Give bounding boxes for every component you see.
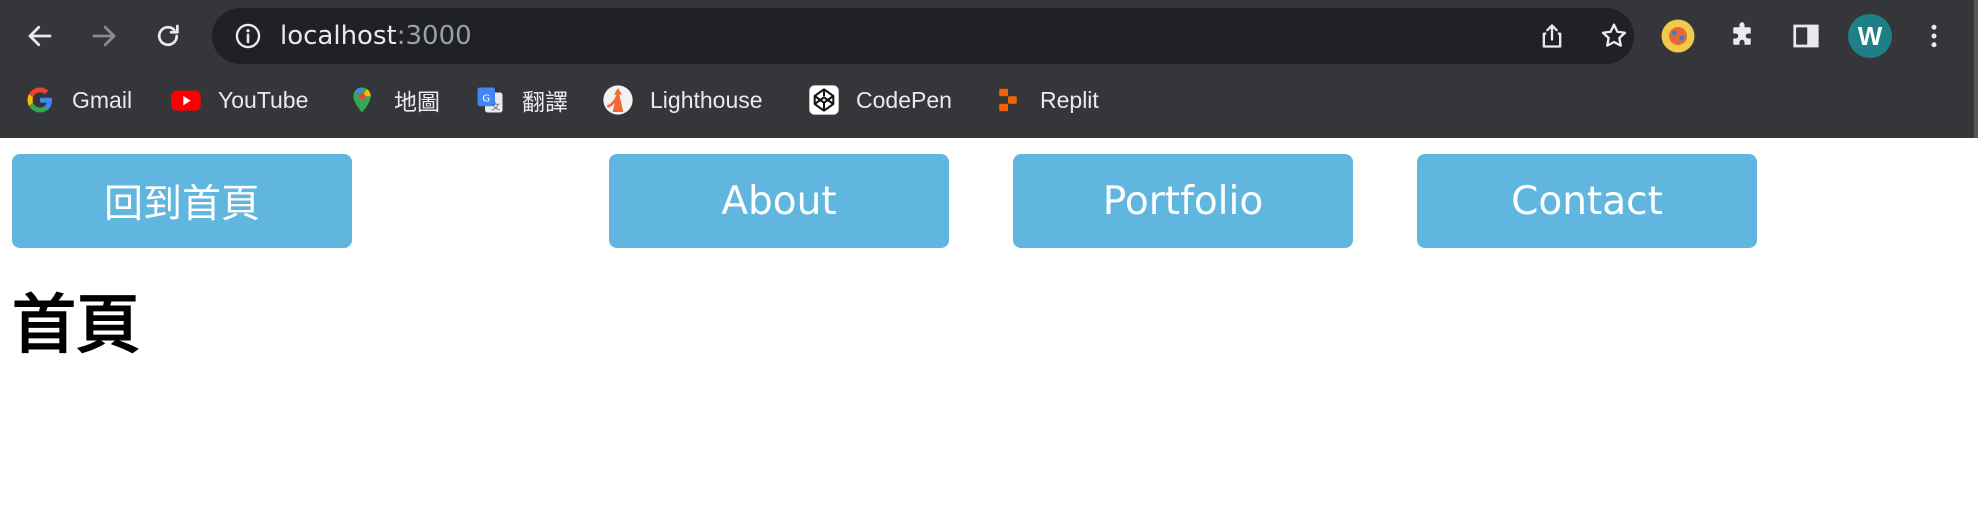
puzzle-icon[interactable] [1720,14,1764,58]
contact-button[interactable]: Contact [1417,154,1757,248]
svg-text:G: G [482,93,490,104]
share-icon[interactable] [1534,18,1570,54]
bookmark-lighthouse[interactable]: Lighthouse [602,78,763,122]
svg-text:文: 文 [491,100,500,112]
page-content: 回到首頁 About Portfolio Contact 首頁 [0,138,1978,516]
translate-icon: G文 [474,84,506,116]
about-button[interactable]: About [609,154,949,248]
extension-icon[interactable] [1656,14,1700,58]
bookmark-gmail[interactable]: Gmail [24,78,132,122]
maps-pin-icon [346,84,378,116]
bookmark-codepen[interactable]: CodePen [808,78,952,122]
google-icon [24,84,56,116]
bookmark-replit[interactable]: Replit [992,78,1099,122]
back-arrow-icon[interactable] [16,12,64,60]
page-title: 首頁 [12,289,140,363]
address-url: localhost:3000 [280,20,472,52]
bookmark-maps[interactable]: 地圖 [346,78,440,122]
home-button[interactable]: 回到首頁 [12,154,352,248]
side-panel-icon[interactable] [1784,14,1828,58]
forward-arrow-icon[interactable] [80,12,128,60]
url-port: :3000 [396,21,472,51]
bookmark-youtube[interactable]: YouTube [170,78,308,122]
address-bar[interactable]: localhost:3000 [212,8,1634,64]
youtube-icon [170,84,202,116]
browser-toolbar: localhost:3000 W [0,0,1978,72]
codepen-icon [808,84,840,116]
bookmark-label: Lighthouse [650,86,763,113]
bookmark-star-icon[interactable] [1596,18,1632,54]
bookmarks-bar: Gmail YouTube 地圖 G文 翻譯 Lighthouse CodePe… [0,78,1978,122]
bookmark-label: Gmail [72,86,133,113]
reload-icon[interactable] [144,12,192,60]
bookmark-translate[interactable]: G文 翻譯 [474,78,568,122]
site-info-icon[interactable] [232,20,264,52]
lighthouse-icon [602,84,634,116]
portfolio-button[interactable]: Portfolio [1013,154,1353,248]
url-host: localhost [280,21,397,51]
window-edge [1974,0,1978,138]
browser-chrome: localhost:3000 W Gmail YouTube 地圖 G 文 翻譯… [0,0,1978,138]
kebab-menu-icon[interactable] [1912,14,1956,58]
bookmark-label: YouTube [218,86,309,113]
bookmark-label: 地圖 [394,89,440,115]
profile-avatar[interactable]: W [1848,14,1892,58]
replit-icon [992,84,1024,116]
bookmark-label: 翻譯 [522,89,568,115]
bookmark-label: CodePen [856,86,952,113]
bookmark-label: Replit [1040,86,1099,113]
